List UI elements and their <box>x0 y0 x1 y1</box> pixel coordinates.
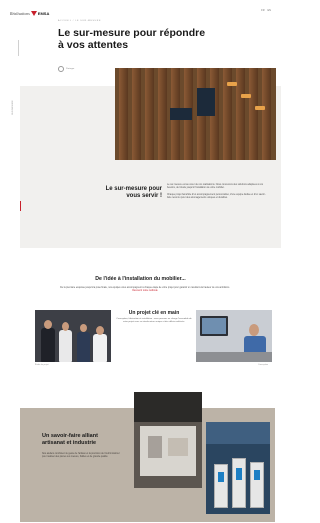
breadcrumb[interactable]: ACCUEIL / LE SUR-MESURE <box>58 20 101 22</box>
page-title: Le sur-mesure pour répondre à vos attent… <box>58 27 206 51</box>
section-title-servir: Le sur-mesure pour vous servir ! <box>105 186 162 199</box>
paragraph: Le sur-mesure est au cœur de nos réalisa… <box>167 184 264 190</box>
team-photo <box>35 310 111 362</box>
hero-photo-wood-slats <box>115 68 276 160</box>
workshop-photo <box>134 392 202 488</box>
section-title-idee: De l'idée à l'installation du mobilier..… <box>95 276 186 282</box>
share-icon <box>58 66 64 72</box>
section-desc-idee: De la première esquisse jusqu'à la pose … <box>60 287 230 294</box>
section-title-savoir: Un savoir-faire alliant artisanat et ind… <box>42 433 98 446</box>
side-label: SUR-MESURE <box>12 100 14 115</box>
lang-en[interactable]: EN <box>268 9 271 12</box>
card-title: Un projet clé en main <box>128 310 180 316</box>
factory-photo <box>206 422 270 514</box>
caption-right: Conception <box>258 364 269 366</box>
side-divider <box>18 40 19 56</box>
card-text: Conception, fabrication et installation … <box>116 318 192 324</box>
section-text-savoir: Nos ateliers combinent le geste de l'art… <box>42 453 120 459</box>
paragraph: Chaque projet bénéficie d'un accompagnem… <box>167 193 266 200</box>
lang-fr[interactable]: FR <box>261 9 264 12</box>
site-logo[interactable]: Réalisations EMSA <box>10 9 49 17</box>
accent-marker <box>20 201 21 211</box>
logo-mark-icon <box>30 10 37 16</box>
methode-link[interactable]: Découvrir notre méthode <box>60 290 230 293</box>
desc-text: De la première esquisse jusqu'à la pose … <box>60 287 230 289</box>
share-label: Partager <box>66 67 75 70</box>
share-button[interactable]: Partager <box>58 66 74 72</box>
language-switcher[interactable]: FR EN <box>261 9 271 12</box>
logo-text: Réalisations <box>10 10 30 16</box>
caption-left: Étude du projet <box>35 364 49 366</box>
section-text-servir: Le sur-mesure est au cœur de nos réalisa… <box>167 184 267 204</box>
logo-brand: EMSA <box>37 10 50 16</box>
designer-photo <box>196 310 272 362</box>
